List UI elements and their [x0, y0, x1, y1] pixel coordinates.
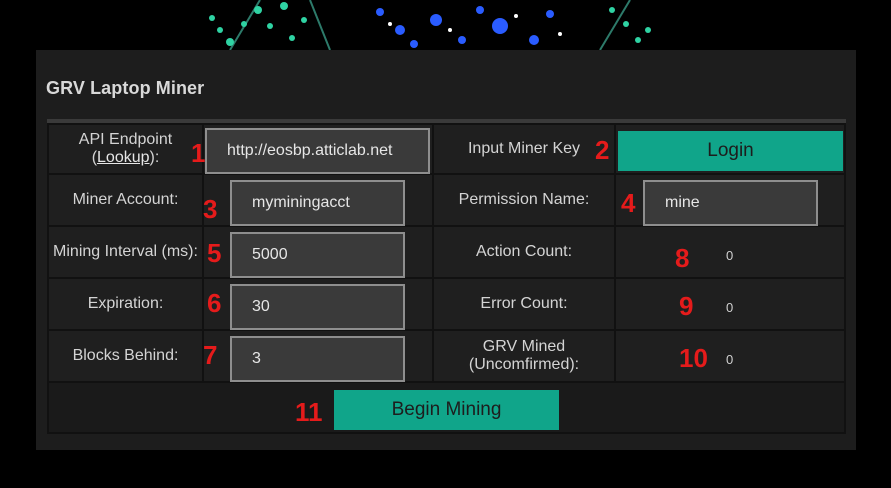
expiration-label: Expiration:: [49, 279, 202, 329]
expiration-input[interactable]: [230, 284, 405, 330]
api-endpoint-input[interactable]: [205, 128, 430, 174]
error-count-label: Error Count:: [434, 279, 614, 329]
action-count-label: Action Count:: [434, 227, 614, 277]
miner-account-input[interactable]: [230, 180, 405, 226]
lookup-link[interactable]: Lookup: [97, 149, 150, 166]
blocks-behind-input[interactable]: [230, 336, 405, 382]
annotation-6: 6: [207, 288, 222, 318]
annotation-10: 10: [679, 343, 708, 373]
miner-key-label: Input Miner Key: [434, 125, 614, 173]
permission-name-label: Permission Name:: [434, 175, 614, 225]
miner-panel: GRV Laptop Miner API Endpoint (Lookup): …: [36, 50, 856, 450]
api-endpoint-label: API Endpoint (Lookup):: [49, 125, 202, 173]
background-network-graphic: [209, 0, 651, 51]
grv-mined-label-line1: GRV Mined: [482, 338, 566, 355]
annotation-7: 7: [203, 340, 218, 370]
annotation-8: 8: [675, 243, 690, 273]
app-title: GRV Laptop Miner: [46, 78, 205, 98]
blocks-behind-label: Blocks Behind:: [49, 331, 202, 381]
annotation-4: 4: [621, 188, 636, 218]
grv-mined-label-line2: (Uncomfirmed):: [468, 356, 580, 373]
grv-mined-label: GRV Mined (Uncomfirmed):: [434, 331, 614, 381]
login-button[interactable]: Login: [618, 131, 843, 171]
annotation-9: 9: [679, 291, 694, 321]
annotation-2: 2: [595, 135, 610, 165]
annotation-1: 1: [191, 138, 206, 168]
error-count-value: 0: [726, 300, 734, 315]
grv-mined-value: 0: [726, 352, 734, 367]
annotation-11: 11: [295, 397, 323, 427]
permission-name-input[interactable]: [643, 180, 818, 226]
mining-interval-label: Mining Interval (ms):: [49, 227, 202, 277]
annotation-5: 5: [207, 238, 222, 268]
api-endpoint-label-text: API Endpoint: [78, 131, 173, 148]
miner-account-label: Miner Account:: [49, 175, 202, 225]
action-count-value: 0: [726, 248, 734, 263]
api-endpoint-lookup-wrapper: (Lookup):: [92, 149, 160, 167]
mining-interval-input[interactable]: [230, 232, 405, 278]
begin-mining-button[interactable]: Begin Mining: [334, 390, 559, 430]
annotation-3: 3: [203, 194, 218, 224]
paren-close: ):: [149, 149, 160, 166]
